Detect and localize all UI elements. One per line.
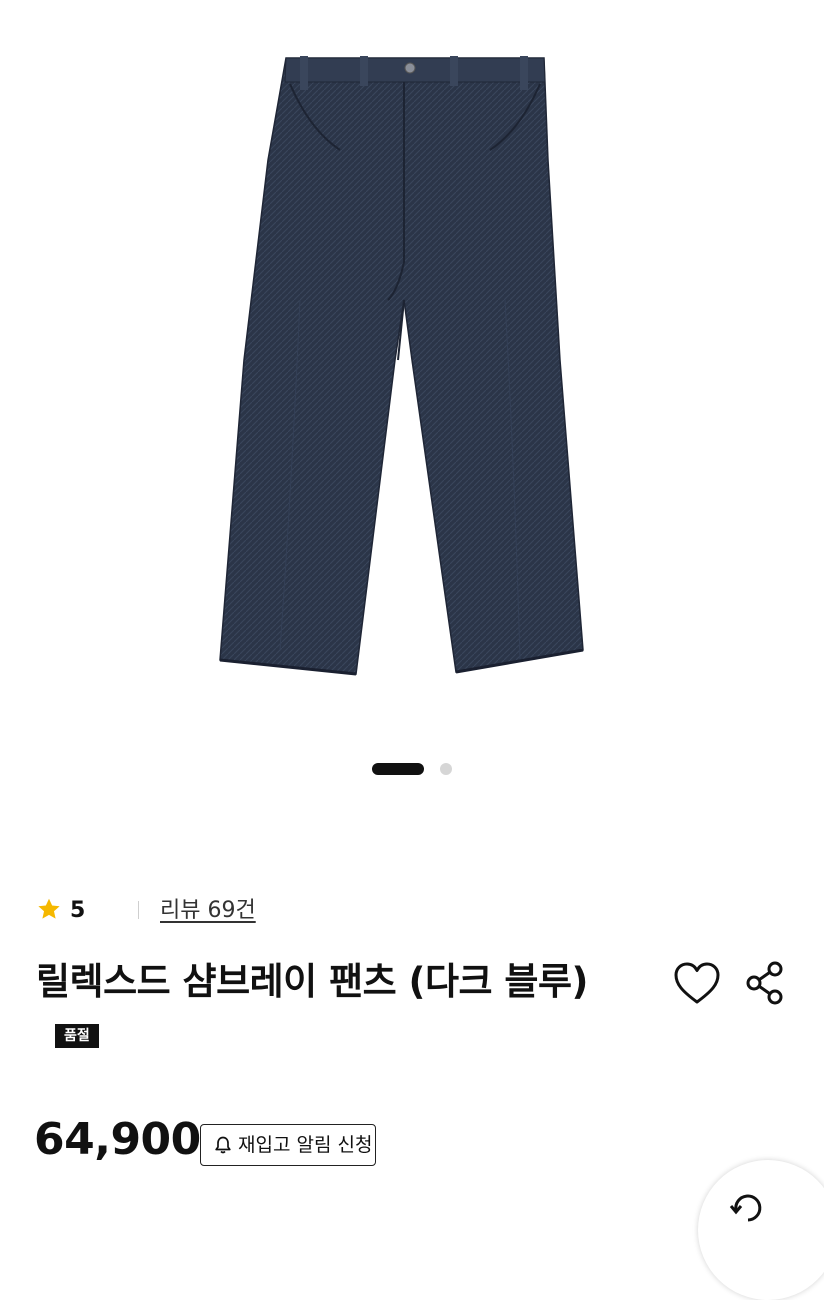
pants-illustration <box>219 56 584 676</box>
restock-alert-button[interactable]: 재입고 알림 신청 <box>200 1124 376 1166</box>
carousel-dot-active[interactable] <box>372 763 424 775</box>
price: 64,900 <box>34 1114 201 1165</box>
bell-icon <box>215 1136 231 1154</box>
floating-action-button[interactable] <box>698 1160 824 1300</box>
soldout-badge: 품절 <box>55 1024 99 1048</box>
carousel-dot[interactable] <box>440 763 452 775</box>
divider <box>138 901 139 919</box>
product-title: 릴렉스드 샴브레이 팬츠 (다크 블루) <box>36 960 588 1003</box>
restock-alert-label: 재입고 알림 신청 <box>238 1134 373 1156</box>
product-image[interactable] <box>0 0 824 740</box>
rating-value: 5 <box>70 898 86 923</box>
review-count-link[interactable]: 리뷰 69건 <box>160 894 256 928</box>
carousel-indicator <box>0 762 824 776</box>
star-icon <box>38 898 60 919</box>
refresh-icon <box>729 1194 762 1222</box>
share-icon[interactable] <box>744 960 786 1006</box>
heart-icon[interactable] <box>672 960 722 1006</box>
